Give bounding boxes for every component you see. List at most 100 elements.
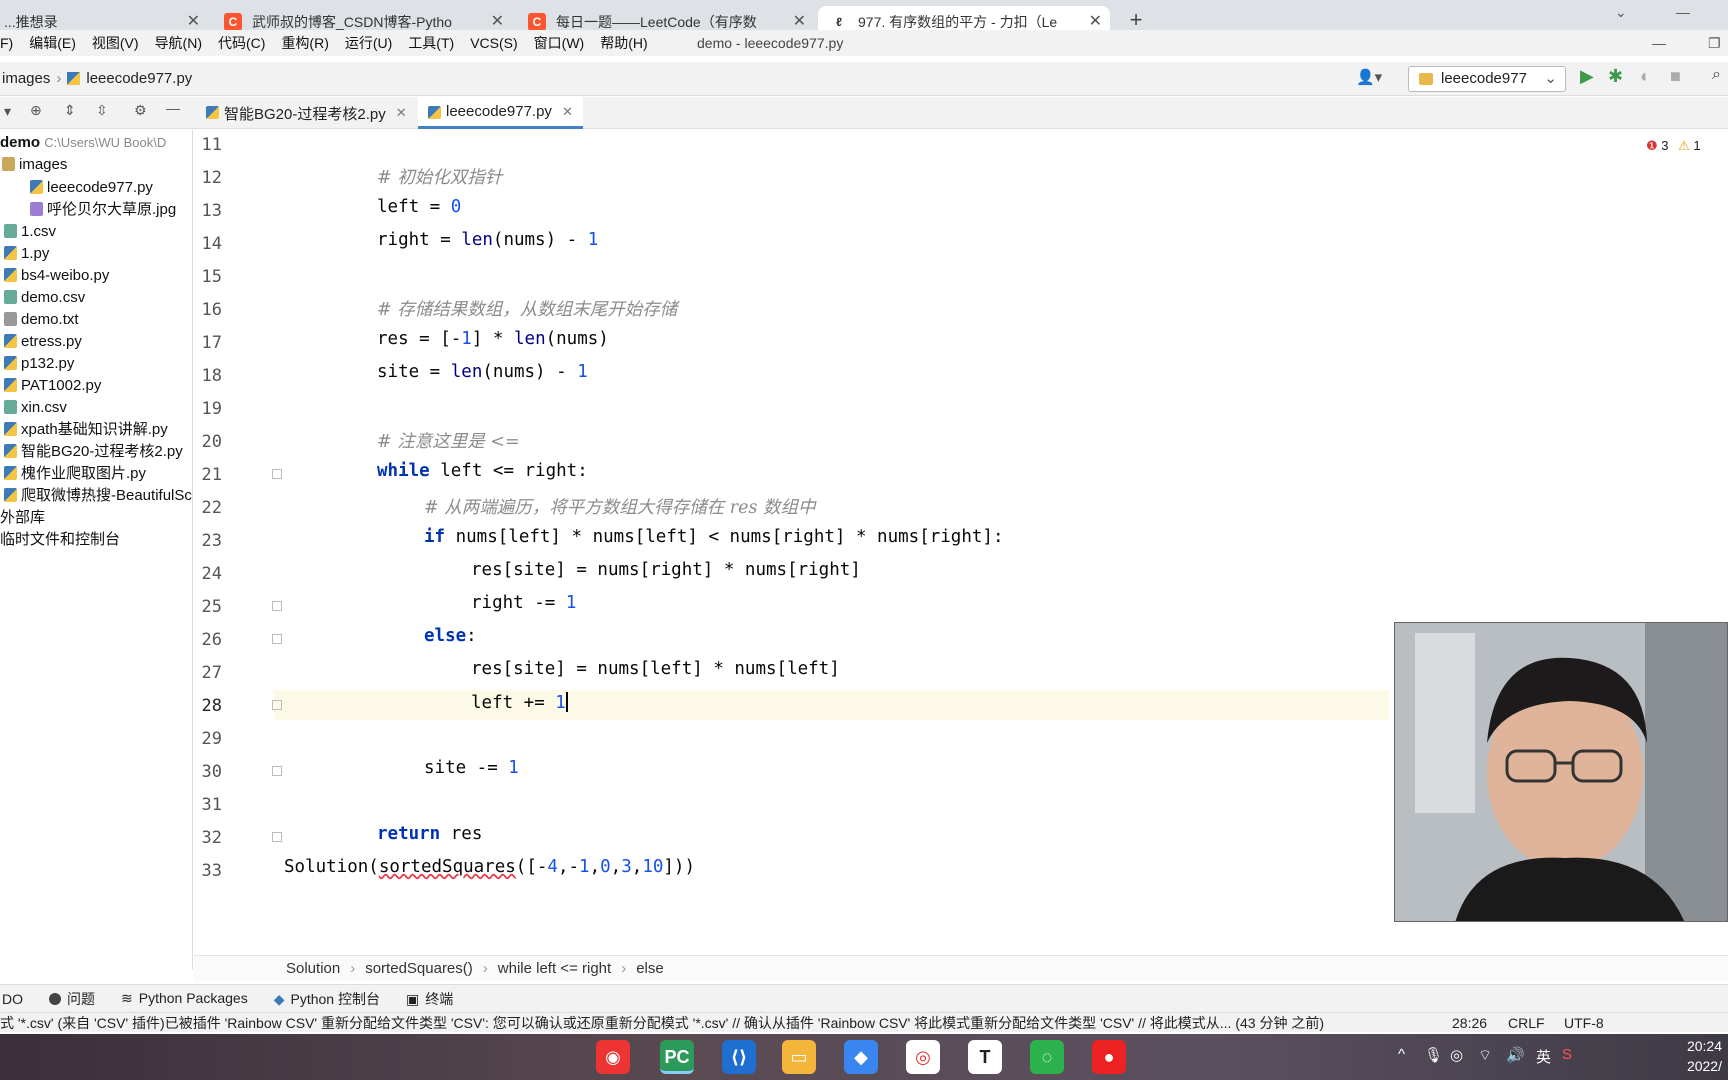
fold-marker[interactable] [272,700,282,710]
tree-file[interactable]: 1.py [4,243,49,265]
fold-marker[interactable] [272,469,282,479]
run-icon[interactable]: ▶ [1580,66,1594,87]
tree-file[interactable]: demo.csv [4,287,85,309]
tool-todo[interactable]: DO [2,991,23,1007]
project-root[interactable]: demo C:\Users\WU Book\D [0,132,166,154]
network-icon[interactable]: ⌔ [1478,1046,1492,1065]
python-file-icon [4,444,17,458]
close-icon[interactable]: ✕ [491,11,504,31]
screen-recorder-icon[interactable]: ● [1092,1040,1126,1074]
file-explorer-icon[interactable]: ▭ [782,1040,816,1074]
feishu-icon[interactable]: ◆ [844,1040,878,1074]
typora-icon[interactable]: T [968,1040,1002,1074]
menu-run[interactable]: 运行(U) [337,33,400,53]
caret-position[interactable]: 28:26 [1452,1013,1487,1032]
tool-python-console[interactable]: ◆ Python 控制台 [274,989,380,1009]
restore-icon[interactable]: ❐ [1708,35,1721,52]
debug-icon[interactable]: ✱ [1608,66,1623,87]
breadcrumb-file[interactable]: leeecode977.py [86,70,192,87]
fold-marker[interactable] [272,634,282,644]
search-icon[interactable]: ⌕ [1712,66,1721,84]
status-message[interactable]: 式 '*.csv' (来自 'CSV' 插件)已被插件 'Rainbow CSV… [0,1013,1324,1032]
menu-code[interactable]: 代码(C) [210,33,273,53]
chevron-down-icon[interactable]: ▾ [4,103,11,120]
fold-marker[interactable] [272,601,282,611]
tree-label: 智能BG20-过程考核2.py [21,443,183,460]
tree-file[interactable]: 槐作业爬取图片.py [4,463,146,485]
wechat-icon[interactable]: ◌ [1030,1040,1064,1074]
netease-music-icon[interactable]: ◉ [596,1040,630,1074]
chevron-down-icon[interactable]: ⌄ [1615,4,1627,21]
tree-file[interactable]: 智能BG20-过程考核2.py [4,441,183,463]
line-separator[interactable]: CRLF [1508,1013,1545,1032]
stop-icon[interactable]: ■ [1670,66,1681,87]
menu-view[interactable]: 视图(V) [84,33,147,53]
tree-file[interactable]: leeecode977.py [30,177,153,199]
tree-file[interactable]: demo.txt [4,309,79,331]
menu-edit[interactable]: 编辑(E) [21,33,84,53]
menu-window[interactable]: 窗口(W) [526,33,593,53]
microphone-icon[interactable]: 🎙 [1424,1046,1443,1064]
menu-file[interactable]: F) [0,35,21,51]
chevron-up-icon[interactable]: ^ [1398,1046,1405,1063]
close-icon[interactable]: ✕ [793,11,806,31]
sogou-icon[interactable]: S [1562,1046,1572,1063]
menu-refactor[interactable]: 重构(R) [273,33,336,53]
vscode-icon[interactable]: ⟨⟩ [722,1040,756,1074]
menu-tools[interactable]: 工具(T) [400,33,462,53]
fold-marker[interactable] [272,766,282,776]
tree-file[interactable]: p132.py [4,353,74,375]
tree-external-libs[interactable]: 外部库 [0,507,45,529]
tree-file[interactable]: xin.csv [4,397,67,419]
run-config-select[interactable]: leeecode977 ⌄ [1408,66,1566,92]
file-encoding[interactable]: UTF-8 [1564,1013,1604,1032]
tab-bg20[interactable]: 智能BG20-过程考核2.py ✕ [196,97,417,129]
hide-icon[interactable]: — [166,100,180,116]
tab-title: 977. 有序数组的平方 - 力扣（Le [858,14,1058,30]
tool-python-packages[interactable]: ≋ Python Packages [121,990,248,1007]
gear-icon[interactable]: ⚙ [134,102,147,119]
locate-icon[interactable]: ⊕ [30,102,42,119]
tool-terminal[interactable]: ▣ 终端 [406,989,453,1009]
tree-file[interactable]: bs4-weibo.py [4,265,109,287]
collapse-all-icon[interactable]: ⇳ [96,102,108,119]
close-icon[interactable]: ✕ [562,104,573,120]
menu-help[interactable]: 帮助(H) [592,33,655,53]
tree-folder-images[interactable]: images [2,154,67,176]
pycharm-icon[interactable]: PC [660,1040,694,1074]
close-icon[interactable]: ✕ [396,105,407,121]
coverage-icon[interactable]: ◐ [1640,66,1651,87]
breadcrumb-folder[interactable]: images [2,70,50,87]
tree-file[interactable]: 1.csv [4,221,56,243]
menu-navigate[interactable]: 导航(N) [147,33,210,53]
fold-marker[interactable] [272,832,282,842]
close-icon[interactable]: ✕ [187,11,200,31]
minimize-icon[interactable]: — [1676,4,1690,20]
close-icon[interactable]: ✕ [1089,11,1102,31]
tree-label: etress.py [21,333,82,350]
menu-vcs[interactable]: VCS(S) [462,35,525,51]
crumb-class[interactable]: Solution [286,960,340,977]
tree-file[interactable]: 爬取微博热搜-BeautifulSc [4,485,192,507]
expand-all-icon[interactable]: ⇕ [64,102,76,119]
crumb-loop[interactable]: while left <= right [498,960,611,977]
chrome-tray-icon[interactable]: ◎ [1450,1046,1463,1064]
tree-file[interactable]: xpath基础知识讲解.py [4,419,168,441]
ime-indicator[interactable]: 英 [1536,1046,1551,1067]
tree-file[interactable]: etress.py [4,331,82,353]
tool-problems[interactable]: 问题 [49,989,95,1009]
user-icon[interactable]: 👤▾ [1356,68,1382,86]
tree-scratches[interactable]: 临时文件和控制台 [0,529,120,551]
crumb-else[interactable]: else [636,960,664,977]
chrome-icon[interactable]: ◎ [906,1040,940,1074]
system-clock[interactable]: 20:24 2022/ [1687,1036,1722,1076]
volume-icon[interactable]: 🔊 [1506,1046,1525,1064]
inspection-widget[interactable]: ❶ 3 ⚠ 1 [1646,138,1701,154]
tab-leeecode977[interactable]: leeecode977.py ✕ [418,97,583,129]
code-error: sortedSquares [378,857,516,877]
crumb-method[interactable]: sortedSquares() [365,960,473,977]
minimize-icon[interactable]: — [1652,35,1666,51]
tree-file[interactable]: PAT1002.py [4,375,101,397]
code-text: (nums) - [492,230,588,250]
tree-file[interactable]: 呼伦贝尔大草原.jpg [30,199,176,221]
